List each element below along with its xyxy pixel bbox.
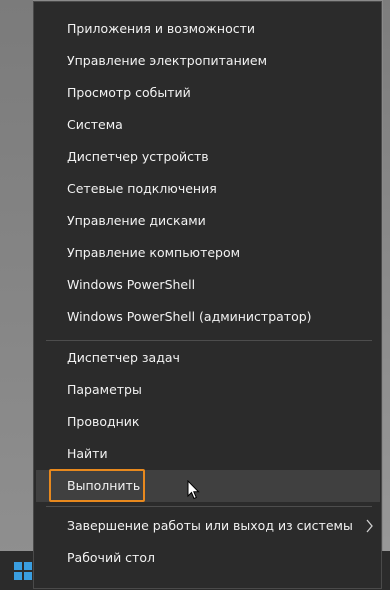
menu-item-disk-management[interactable]: Управление дисками [36,205,380,237]
menu-item-label: Завершение работы или выход из системы [67,518,353,533]
menu-item-event-viewer[interactable]: Просмотр событий [36,77,380,109]
menu-item-power-options[interactable]: Управление электропитанием [36,45,380,77]
windows-logo-icon[interactable] [14,562,32,580]
menu-separator [46,506,372,507]
menu-item-device-manager[interactable]: Диспетчер устройств [36,141,380,173]
desktop-background-left [0,0,33,558]
menu-item-search[interactable]: Найти [36,438,380,470]
menu-item-desktop[interactable]: Рабочий стол [36,542,380,574]
menu-item-system[interactable]: Система [36,109,380,141]
run-item-highlight [49,469,145,502]
menu-item-computer-management[interactable]: Управление компьютером [36,237,380,269]
menu-separator [46,340,372,341]
menu-item-network-connections[interactable]: Сетевые подключения [36,173,380,205]
menu-item-shutdown-signout[interactable]: Завершение работы или выход из системы [36,510,380,542]
menu-item-task-manager[interactable]: Диспетчер задач [36,342,380,374]
desktop-background-right [383,0,390,590]
mouse-cursor-icon [187,480,200,500]
menu-item-apps-features[interactable]: Приложения и возможности [36,13,380,45]
menu-item-file-explorer[interactable]: Проводник [36,406,380,438]
menu-item-powershell[interactable]: Windows PowerShell [36,269,380,301]
menu-item-powershell-admin[interactable]: Windows PowerShell (администратор) [36,301,380,333]
menu-item-settings[interactable]: Параметры [36,374,380,406]
